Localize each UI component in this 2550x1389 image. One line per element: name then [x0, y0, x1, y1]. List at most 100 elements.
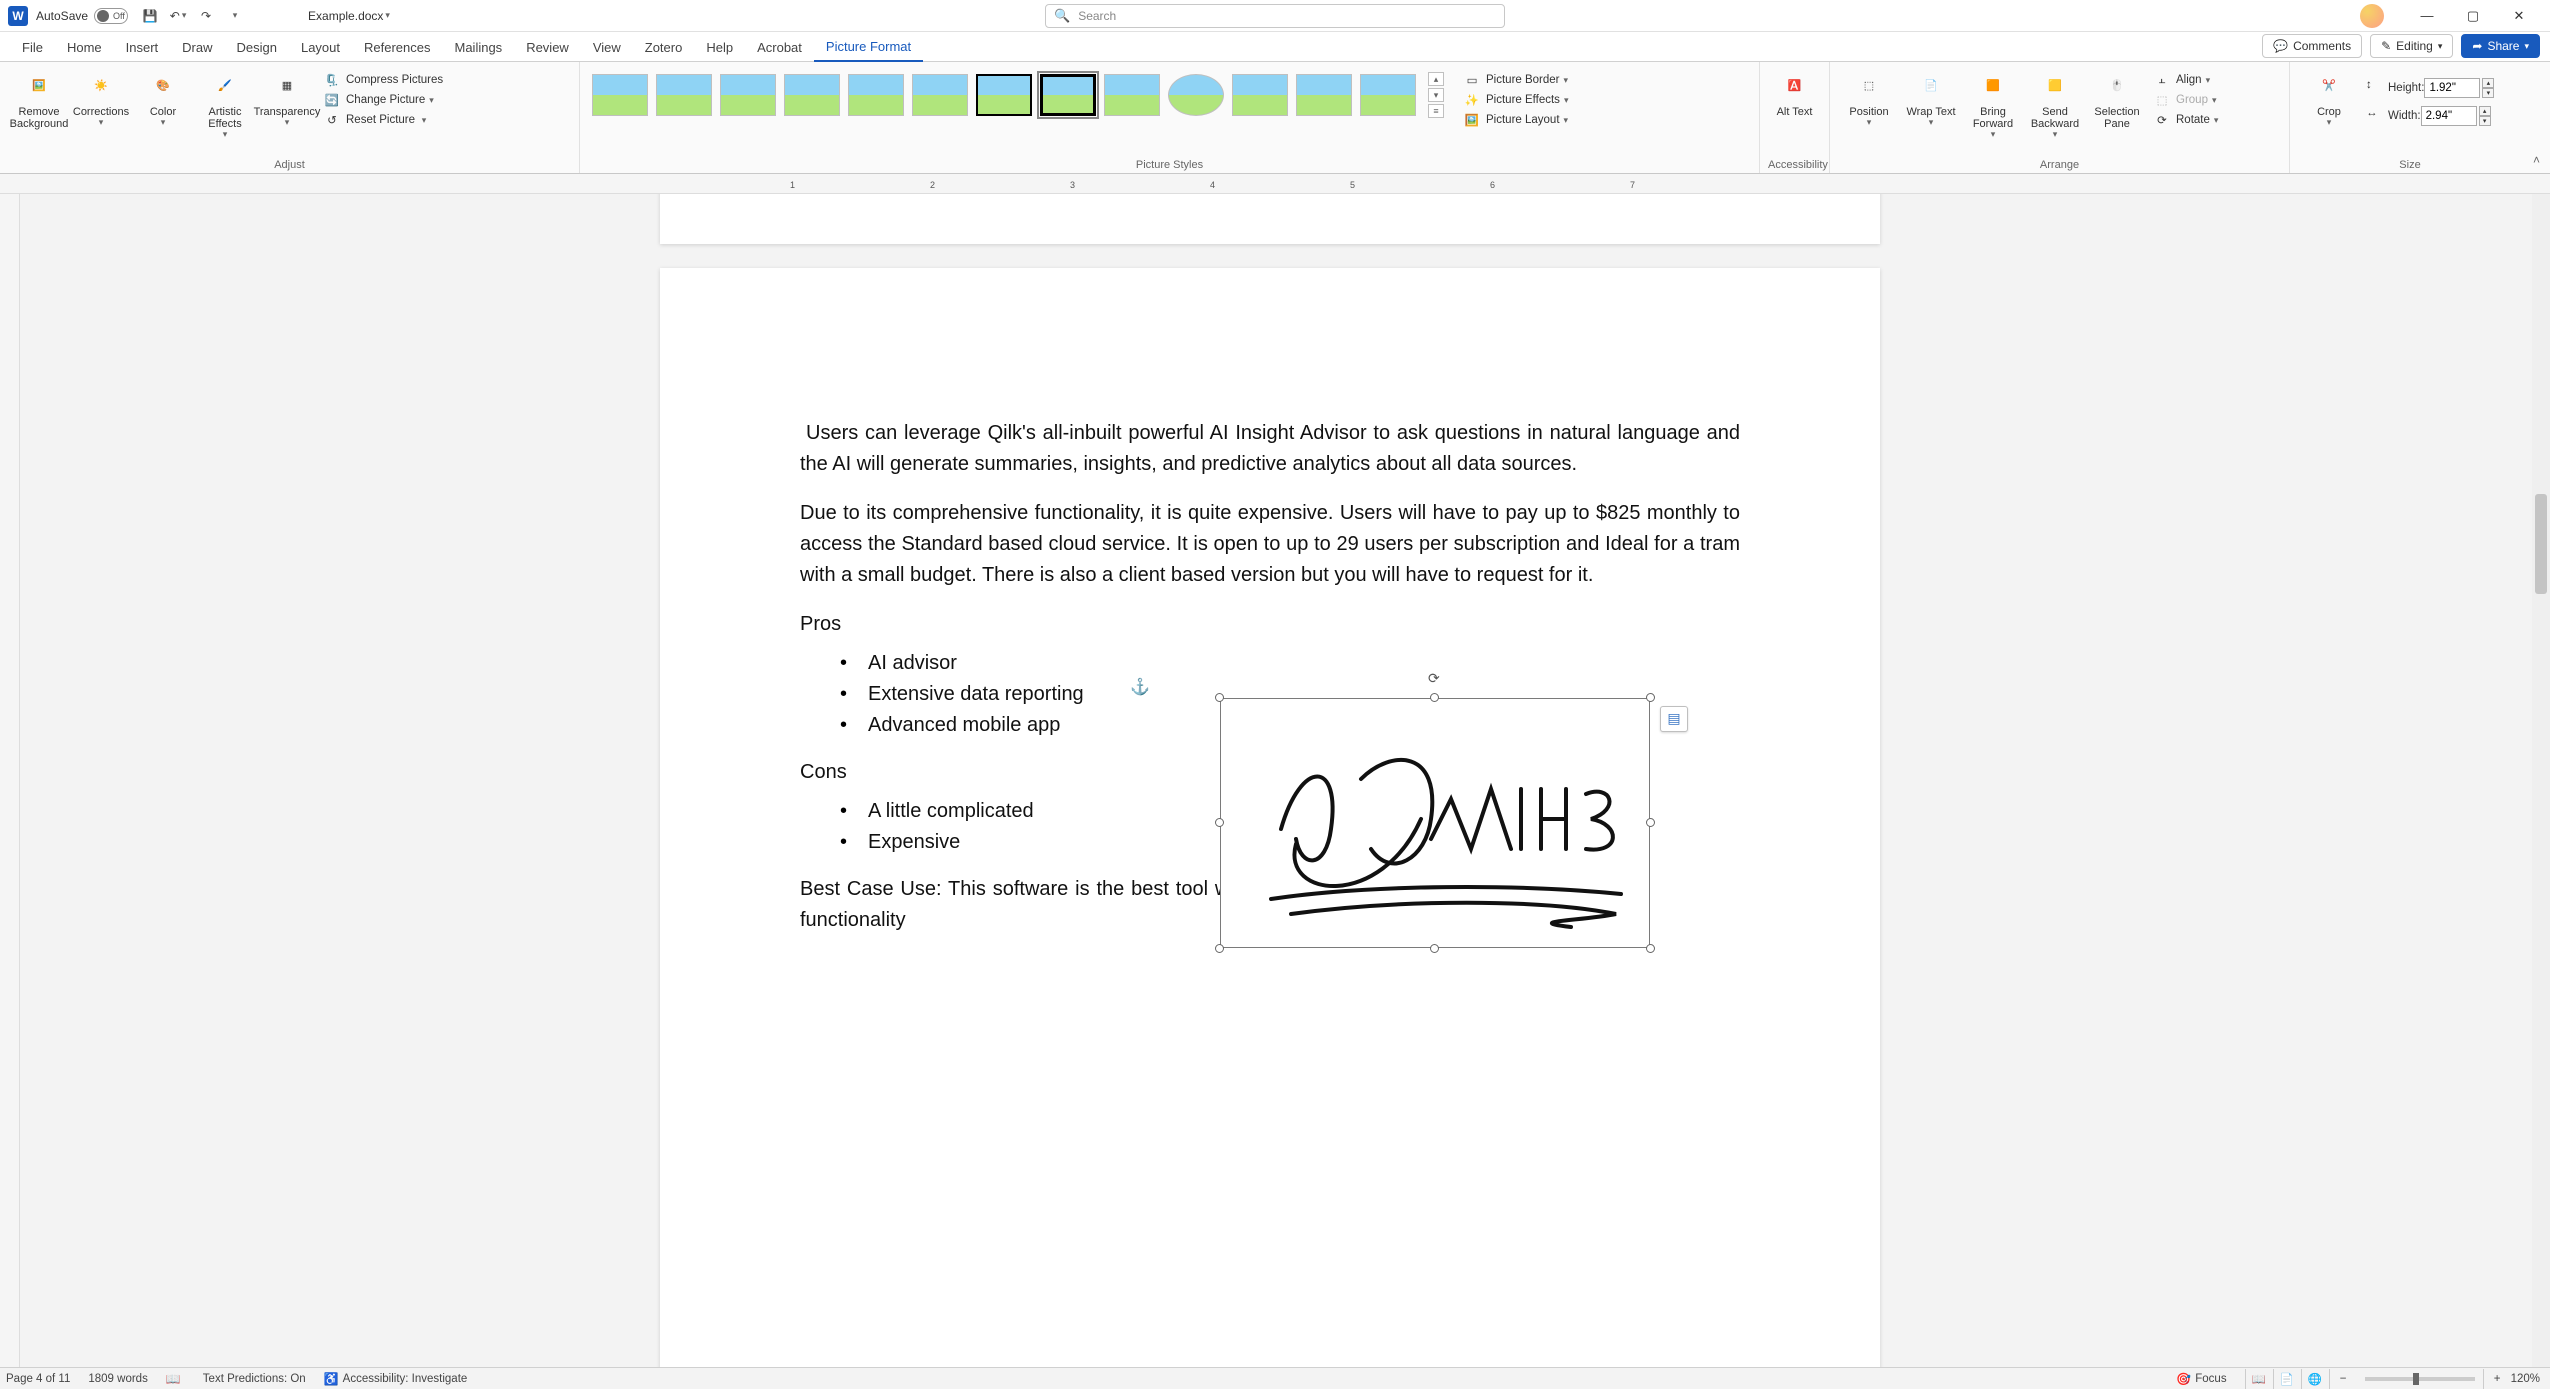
print-layout-button[interactable]: 📄 [2273, 1369, 2301, 1389]
tab-review[interactable]: Review [514, 35, 581, 61]
gallery-up-button[interactable]: ▴ [1428, 72, 1444, 86]
picture-layout-button[interactable]: 🖼️Picture Layout▾ [1464, 112, 1568, 128]
tab-design[interactable]: Design [225, 35, 289, 61]
gallery-more-button[interactable]: ≡ [1428, 104, 1444, 118]
resize-handle[interactable] [1430, 944, 1439, 953]
selected-picture[interactable]: ⚓ ⟳ ▤ [1220, 668, 1650, 948]
style-thumb[interactable] [976, 74, 1032, 116]
tab-zotero[interactable]: Zotero [633, 35, 695, 61]
autosave-toggle[interactable]: Off [94, 8, 128, 24]
resize-handle[interactable] [1646, 693, 1655, 702]
resize-handle[interactable] [1646, 944, 1655, 953]
rotate-button[interactable]: ⟳Rotate▾ [2154, 112, 2218, 128]
paragraph[interactable]: Users can leverage Qilk's all-inbuilt po… [800, 418, 1740, 480]
corrections-button[interactable]: ☀️ Corrections ▾ [70, 66, 132, 128]
reset-picture-dropdown[interactable]: ▾ [415, 115, 429, 126]
rotate-handle[interactable]: ⟳ [1428, 668, 1444, 684]
scrollbar-thumb[interactable] [2535, 494, 2547, 594]
tab-home[interactable]: Home [55, 35, 114, 61]
alt-text-button[interactable]: 🅰️ Alt Text [1768, 66, 1821, 118]
status-predictions[interactable]: Text Predictions: On [203, 1373, 306, 1385]
remove-background-button[interactable]: 🖼️ Remove Background [8, 66, 70, 130]
zoom-slider-knob[interactable] [2413, 1373, 2419, 1385]
picture-border-button[interactable]: ▭Picture Border▾ [1464, 72, 1568, 88]
restore-button[interactable]: ▢ [2450, 0, 2496, 32]
tab-view[interactable]: View [581, 35, 633, 61]
vertical-ruler[interactable] [0, 194, 20, 1367]
style-thumb[interactable] [1232, 74, 1288, 116]
color-button[interactable]: 🎨 Color ▾ [132, 66, 194, 128]
vertical-scrollbar[interactable] [2532, 194, 2550, 1367]
gallery-down-button[interactable]: ▾ [1428, 88, 1444, 102]
selection-pane-button[interactable]: 🖱️Selection Pane [2086, 66, 2148, 130]
style-thumb[interactable] [656, 74, 712, 116]
layout-options-button[interactable]: ▤ [1660, 706, 1688, 732]
tab-help[interactable]: Help [694, 35, 745, 61]
resize-handle[interactable] [1215, 818, 1224, 827]
undo-button[interactable]: ↶▾ [166, 4, 190, 28]
transparency-button[interactable]: ▦ Transparency ▾ [256, 66, 318, 128]
height-input[interactable] [2424, 78, 2480, 98]
change-picture-button[interactable]: 🔄Change Picture▾ [324, 92, 443, 108]
reset-picture-button[interactable]: ↺Reset Picture [324, 112, 415, 128]
style-thumb[interactable] [720, 74, 776, 116]
read-mode-button[interactable]: 📖 [2245, 1369, 2273, 1389]
style-thumb[interactable] [912, 74, 968, 116]
tab-acrobat[interactable]: Acrobat [745, 35, 814, 61]
picture-effects-button[interactable]: ✨Picture Effects▾ [1464, 92, 1568, 108]
close-button[interactable]: ✕ [2496, 0, 2542, 32]
paragraph[interactable]: Due to its comprehensive functionality, … [800, 498, 1740, 591]
tab-references[interactable]: References [352, 35, 442, 61]
height-down-button[interactable]: ▾ [2482, 88, 2494, 98]
tab-insert[interactable]: Insert [114, 35, 171, 61]
tab-mailings[interactable]: Mailings [443, 35, 515, 61]
status-accessibility[interactable]: ♿Accessibility: Investigate [324, 1372, 468, 1386]
resize-handle[interactable] [1430, 693, 1439, 702]
save-button[interactable]: 💾 [138, 4, 162, 28]
style-thumb[interactable] [1104, 74, 1160, 116]
zoom-slider[interactable] [2365, 1377, 2475, 1381]
style-thumb[interactable] [1168, 74, 1224, 116]
group-button[interactable]: ⬚Group▾ [2154, 92, 2218, 108]
style-thumb[interactable] [1296, 74, 1352, 116]
resize-handle[interactable] [1215, 944, 1224, 953]
position-button[interactable]: ⬚Position▾ [1838, 66, 1900, 128]
style-thumb[interactable] [1360, 74, 1416, 116]
heading-pros[interactable]: Pros [800, 609, 1740, 640]
resize-handle[interactable] [1646, 818, 1655, 827]
style-thumb[interactable] [592, 74, 648, 116]
tab-file[interactable]: File [10, 35, 55, 61]
width-up-button[interactable]: ▴ [2479, 106, 2491, 116]
editing-mode-button[interactable]: ✎Editing▾ [2370, 34, 2453, 58]
align-button[interactable]: ⫠Align▾ [2154, 72, 2218, 88]
redo-button[interactable]: ↷ [194, 4, 218, 28]
style-thumb-selected[interactable] [1040, 74, 1096, 116]
wrap-text-button[interactable]: 📄Wrap Text▾ [1900, 66, 1962, 128]
style-thumb[interactable] [784, 74, 840, 116]
zoom-level[interactable]: 120% [2511, 1373, 2540, 1385]
minimize-button[interactable]: — [2404, 0, 2450, 32]
tab-draw[interactable]: Draw [170, 35, 224, 61]
picture-frame[interactable] [1220, 698, 1650, 948]
crop-button[interactable]: ✂️Crop▾ [2298, 66, 2360, 128]
document-area[interactable]: Users can leverage Qilk's all-inbuilt po… [0, 194, 2532, 1367]
status-spellcheck[interactable]: 📖 [166, 1372, 185, 1386]
horizontal-ruler[interactable]: 1 2 3 4 5 6 7 [0, 174, 2550, 194]
comments-button[interactable]: 💬Comments [2262, 34, 2362, 58]
focus-mode-button[interactable]: 🎯Focus [2176, 1372, 2226, 1386]
share-button[interactable]: ➦Share▾ [2461, 34, 2540, 58]
status-words[interactable]: 1809 words [88, 1373, 147, 1385]
web-layout-button[interactable]: 🌐 [2301, 1369, 2329, 1389]
document-page[interactable]: Users can leverage Qilk's all-inbuilt po… [660, 268, 1880, 1367]
resize-handle[interactable] [1215, 693, 1224, 702]
artistic-effects-button[interactable]: 🖌️ Artistic Effects ▾ [194, 66, 256, 140]
send-backward-button[interactable]: 🟨Send Backward▾ [2024, 66, 2086, 140]
width-input[interactable] [2421, 106, 2477, 126]
tab-picture-format[interactable]: Picture Format [814, 34, 923, 62]
zoom-out-button[interactable]: − [2329, 1369, 2357, 1389]
search-input[interactable]: 🔍 Search [1045, 4, 1505, 28]
zoom-in-button[interactable]: + [2483, 1369, 2511, 1389]
collapse-ribbon-button[interactable]: ˄ [2533, 153, 2540, 167]
style-thumb[interactable] [848, 74, 904, 116]
tab-layout[interactable]: Layout [289, 35, 352, 61]
